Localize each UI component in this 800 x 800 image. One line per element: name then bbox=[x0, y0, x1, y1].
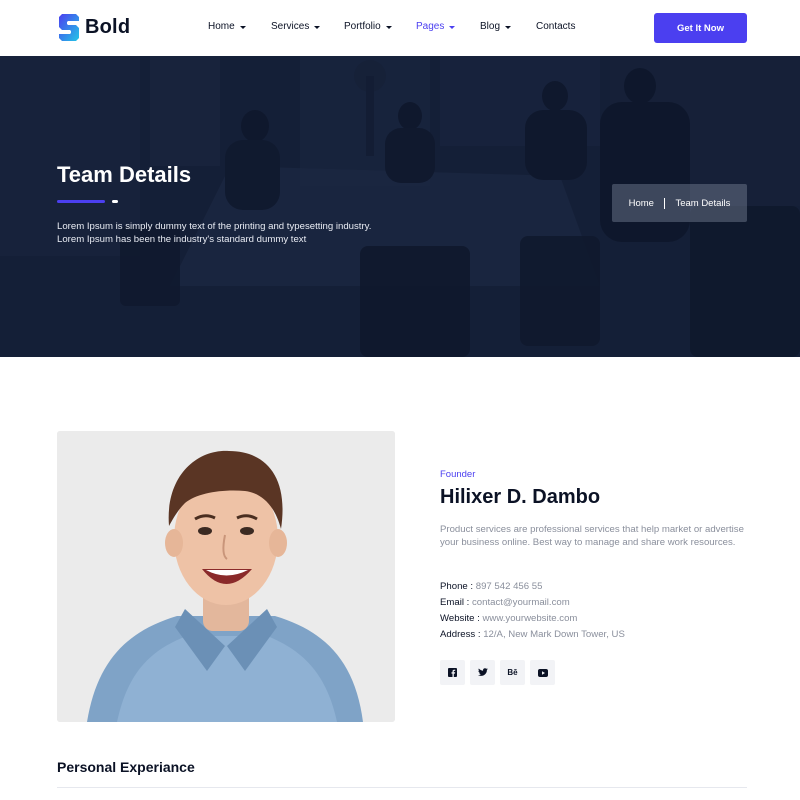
nav-label: Home bbox=[208, 21, 235, 32]
nav-item-contacts[interactable]: Contacts bbox=[536, 21, 575, 32]
facebook-button[interactable] bbox=[440, 660, 465, 685]
hero-description-line-1: Lorem Ipsum is simply dummy text of the … bbox=[57, 221, 372, 232]
chevron-down-icon bbox=[449, 25, 456, 29]
chevron-down-icon bbox=[314, 25, 321, 29]
behance-icon: Bē bbox=[507, 668, 518, 677]
nav-item-portfolio[interactable]: Portfolio bbox=[344, 21, 392, 32]
contact-address-value: 12/A, New Mark Down Tower, US bbox=[483, 629, 625, 640]
page-hero: Team Details Lorem Ipsum is simply dummy… bbox=[0, 56, 800, 357]
youtube-button[interactable] bbox=[530, 660, 555, 685]
nav-label: Pages bbox=[416, 21, 445, 32]
behance-button[interactable]: Bē bbox=[500, 660, 525, 685]
nav-item-pages[interactable]: Pages bbox=[416, 21, 456, 32]
nav-label: Blog bbox=[480, 21, 501, 32]
nav-item-services[interactable]: Services bbox=[271, 21, 321, 32]
section-divider bbox=[57, 787, 747, 788]
contact-address: Address : 12/A, New Mark Down Tower, US bbox=[440, 629, 625, 640]
contact-email-label: Email : bbox=[440, 597, 470, 608]
twitter-button[interactable] bbox=[470, 660, 495, 685]
chevron-down-icon bbox=[505, 25, 512, 29]
member-bio: Product services are professional servic… bbox=[440, 524, 744, 548]
hero-description-line-2: Lorem Ipsum has been the industry's stan… bbox=[57, 234, 307, 245]
contact-phone: Phone : 897 542 456 55 bbox=[440, 581, 542, 592]
nav-label: Portfolio bbox=[344, 21, 381, 32]
page-title: Team Details bbox=[57, 162, 192, 187]
nav-label: Contacts bbox=[536, 21, 576, 32]
contact-website-value[interactable]: www.yourwebsite.com bbox=[483, 613, 578, 624]
portrait-image bbox=[57, 431, 395, 722]
youtube-icon bbox=[537, 668, 548, 677]
breadcrumb-current: Team Details bbox=[675, 197, 731, 209]
site-header: Bold Home Services Portfolio Pages Blog … bbox=[0, 0, 800, 56]
contact-email: Email : contact@yourmail.com bbox=[440, 597, 570, 608]
facebook-icon bbox=[448, 668, 457, 677]
nav-item-blog[interactable]: Blog bbox=[480, 21, 512, 32]
breadcrumb: Home Team Details bbox=[612, 184, 747, 222]
contact-address-label: Address : bbox=[440, 629, 481, 640]
section-title-personal-experience: Personal Experiance bbox=[57, 759, 195, 775]
twitter-icon bbox=[477, 668, 488, 676]
breadcrumb-separator bbox=[663, 197, 666, 209]
hero-description: Lorem Ipsum is simply dummy text of the … bbox=[57, 220, 397, 246]
title-underline bbox=[57, 200, 105, 203]
contact-phone-value: 897 542 456 55 bbox=[475, 581, 543, 592]
title-underline-dot bbox=[112, 200, 118, 203]
team-member-photo bbox=[57, 431, 395, 722]
breadcrumb-home-link[interactable]: Home bbox=[629, 198, 654, 209]
chevron-down-icon bbox=[239, 25, 246, 29]
member-role: Founder bbox=[440, 469, 476, 480]
get-it-now-button[interactable]: Get It Now bbox=[654, 13, 747, 43]
nav-item-home[interactable]: Home bbox=[208, 21, 246, 32]
contact-website: Website : www.yourwebsite.com bbox=[440, 613, 577, 624]
contact-email-value[interactable]: contact@yourmail.com bbox=[472, 597, 570, 608]
chevron-down-icon bbox=[385, 25, 392, 29]
member-name: Hilixer D. Dambo bbox=[440, 486, 601, 508]
contact-website-label: Website : bbox=[440, 613, 480, 624]
contact-phone-label: Phone : bbox=[440, 581, 474, 592]
nav-label: Services bbox=[271, 21, 310, 32]
